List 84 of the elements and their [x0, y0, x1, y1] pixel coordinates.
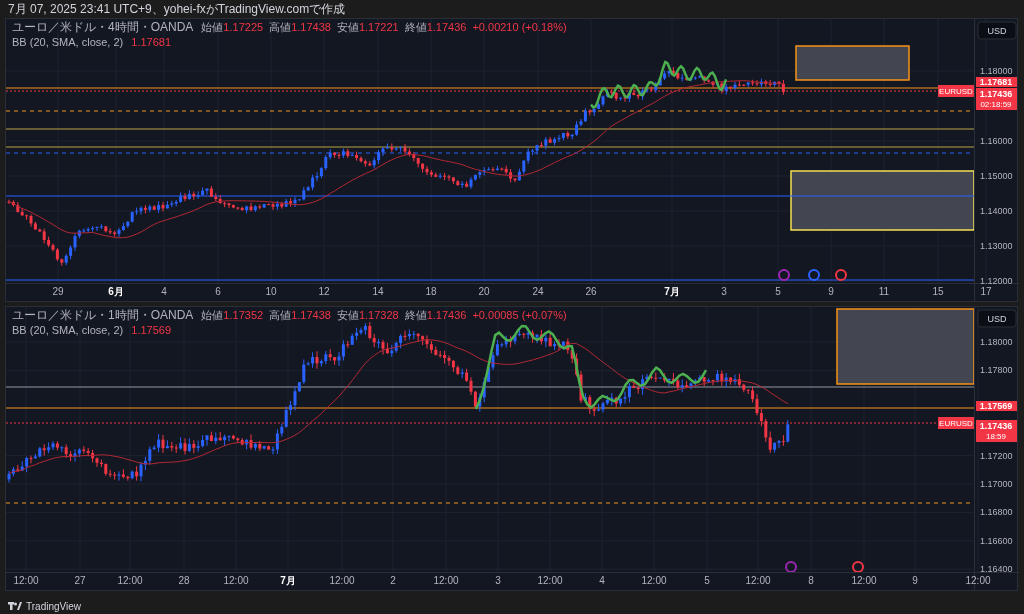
- price-axis-label: 1.12000: [980, 276, 1013, 286]
- indicator-price-tag: 1.17569: [976, 401, 1017, 411]
- symbol-title: ユーロ／米ドル・1時間・OANDA: [12, 308, 194, 322]
- time-axis-label: 9: [828, 286, 834, 297]
- price-axis-label: 1.17000: [980, 479, 1013, 489]
- ohlc-value: 1.17436: [426, 21, 467, 33]
- time-axis-label: 7月: [664, 286, 680, 297]
- indicator-price-tag: 1.17681: [976, 77, 1017, 87]
- indicator-value: 1.17569: [131, 324, 172, 336]
- indicator-label: BB (20, SMA, close, 2): [12, 324, 124, 336]
- price-axis-label: 1.13000: [980, 241, 1013, 251]
- time-axis-label: 11: [878, 286, 890, 297]
- time-axis-label: 12:00: [537, 575, 563, 586]
- time-axis-label: 29: [52, 286, 64, 297]
- time-axis-label: 3: [721, 286, 727, 297]
- ohlc-label: 安値: [336, 309, 359, 321]
- time-axis-label: 27: [74, 575, 86, 586]
- time-axis-label: 24: [532, 286, 544, 297]
- price-axis-label: 1.16400: [980, 564, 1013, 575]
- ohlc-label: 高値: [269, 309, 292, 321]
- indicator-value: 1.17681: [131, 36, 172, 48]
- time-axis-label: 18: [425, 286, 437, 297]
- symbol-title: ユーロ／米ドル・4時間・OANDA: [12, 20, 194, 34]
- time-axis-label: 28: [178, 575, 190, 586]
- ohlc-label: 安値: [336, 21, 359, 33]
- time-axis-label: 5: [775, 286, 781, 297]
- time-axis-label: 12:00: [965, 575, 991, 586]
- time-axis-label: 12:00: [745, 575, 771, 586]
- time-axis-label: 7月: [280, 575, 296, 586]
- time-axis-label: 12:00: [329, 575, 355, 586]
- currency-button[interactable]: USD: [977, 21, 1017, 40]
- time-axis-label: 4: [599, 575, 605, 586]
- ohlc-value: 1.17436: [426, 309, 467, 321]
- ohlc-label: 終値: [404, 21, 427, 33]
- time-axis-label: 6: [215, 286, 221, 297]
- time-axis-label: 20: [478, 286, 490, 297]
- time-axis-label: 12:00: [117, 575, 143, 586]
- time-axis-label: 12:00: [433, 575, 459, 586]
- currency-button[interactable]: USD: [977, 309, 1017, 328]
- time-axis-label: 3: [495, 575, 501, 586]
- ohlc-value: 1.17438: [291, 309, 331, 321]
- ohlc-value: 1.17221: [358, 21, 399, 33]
- indicator-label: BB (20, SMA, close, 2): [12, 36, 124, 48]
- time-axis-label: 8: [808, 575, 814, 586]
- price-change: +0.00210 (+0.18%): [472, 21, 567, 33]
- time-axis-label: 12:00: [851, 575, 877, 586]
- symbol-tag: EURUSD: [938, 417, 974, 429]
- price-axis-label: 1.15000: [980, 171, 1013, 181]
- ohlc-value: 1.17352: [223, 309, 264, 321]
- price-axis-label: 1.17800: [980, 365, 1013, 376]
- time-axis-label: 14: [372, 286, 384, 297]
- time-axis-label: 5: [704, 575, 710, 586]
- last-price-tag: 1.17436 02:18:59: [976, 88, 1017, 110]
- chart-caption: 7月 07, 2025 23:41 UTC+9、yohei-fxがTradingView.comで作成: [8, 2, 346, 16]
- time-axis-label: 17: [980, 286, 992, 297]
- ohlc-label: 高値: [269, 21, 292, 33]
- price-axis-label: 1.16600: [980, 535, 1013, 546]
- symbol-tag: EURUSD: [938, 85, 974, 97]
- time-axis-label: 4: [161, 286, 167, 297]
- price-axis-label: 1.18000: [980, 337, 1013, 347]
- time-axis-label: 6月: [108, 286, 124, 297]
- time-axis-label: 15: [932, 286, 944, 297]
- price-axis-label: 1.18000: [980, 66, 1013, 76]
- price-change: +0.00085 (+0.07%): [472, 309, 567, 321]
- ohlc-value: 1.17328: [358, 309, 399, 321]
- brand-name: TradingView: [26, 599, 82, 614]
- price-axis-label: 1.14000: [980, 206, 1013, 216]
- time-axis-label: 10: [265, 286, 277, 297]
- price-axis-label: 1.16800: [980, 507, 1013, 518]
- time-axis-label: 9: [912, 575, 918, 586]
- ohlc-value: 1.17225: [223, 21, 264, 33]
- ohlc-value: 1.17438: [291, 21, 331, 33]
- time-axis-label: 12:00: [13, 575, 39, 586]
- time-axis-label: 12:00: [641, 575, 667, 586]
- ohlc-label: 始値: [201, 21, 224, 33]
- time-axis-label: 12:00: [223, 575, 249, 586]
- price-axis-label: 1.16000: [980, 136, 1013, 146]
- price-axis-label: 1.17200: [980, 450, 1013, 461]
- last-price-tag: 1.17436 18:59: [976, 420, 1017, 442]
- time-axis-label: 12: [318, 286, 330, 297]
- time-axis-label: 26: [585, 286, 597, 297]
- ohlc-label: 終値: [404, 309, 427, 321]
- time-axis-label: 2: [390, 575, 396, 586]
- ohlc-label: 始値: [201, 309, 224, 321]
